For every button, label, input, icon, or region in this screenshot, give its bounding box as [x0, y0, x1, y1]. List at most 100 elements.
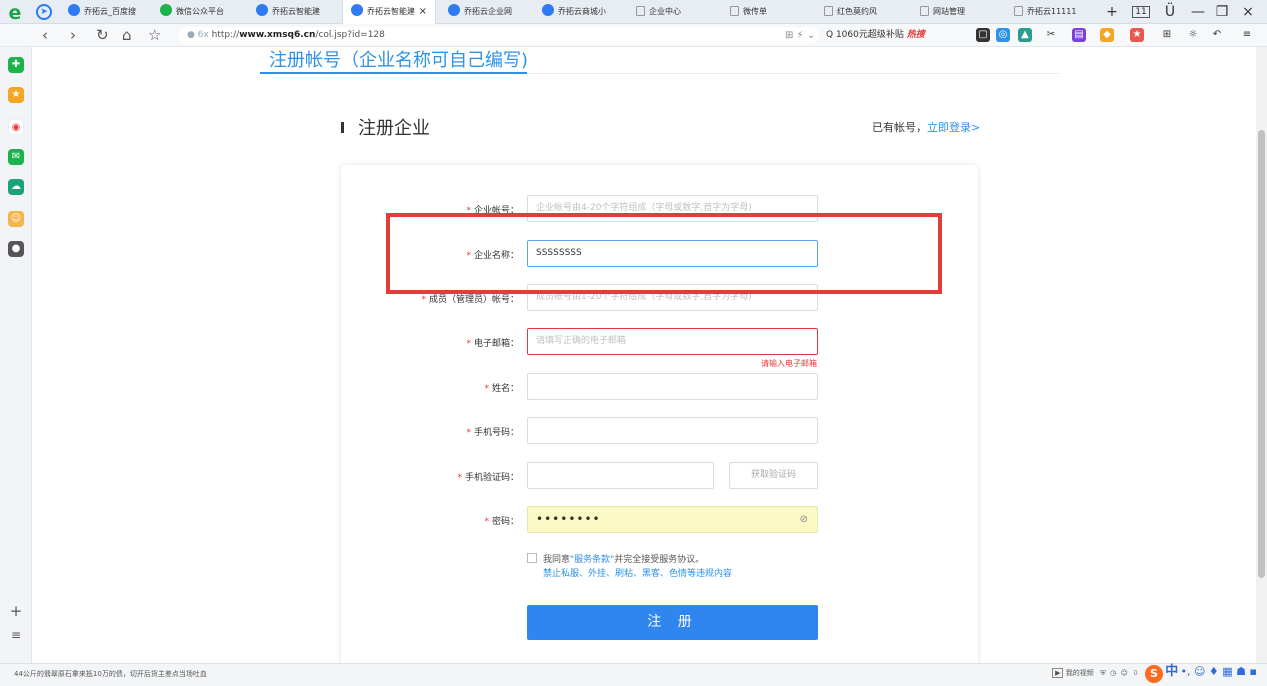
phone-input[interactable]	[527, 417, 818, 444]
sidebar-game-icon[interactable]: ☺	[8, 211, 24, 227]
apps-grid-icon[interactable]: ⊞	[1160, 28, 1174, 42]
agreement: 我同意"服务条款"并完全接受服务协议。 禁止私服、外挂、刷粘、黑客、色情等违规内…	[527, 553, 732, 581]
refresh-icon[interactable]: ↻	[96, 24, 109, 47]
email-error-text: 请输入电子邮箱	[761, 359, 817, 368]
sms-code-input[interactable]	[527, 462, 714, 489]
name-label: * 姓名：	[484, 384, 519, 394]
panda-icon[interactable]: ●	[8, 241, 24, 257]
phone-label: * 手机号码：	[466, 428, 519, 438]
sidebar-app-icon[interactable]: ✚	[8, 57, 24, 73]
password-input[interactable]: •••••••• ⊘	[527, 506, 818, 533]
register-button[interactable]: 注 册	[527, 605, 818, 640]
section-marker	[341, 122, 344, 133]
page-content: 注册帐号（企业名称可自己编写) 注册企业 已有帐号，立即登录> * 企业帐号： 企…	[33, 47, 1255, 663]
brightness-icon[interactable]: ☼	[1186, 28, 1200, 42]
hide-password-icon[interactable]: ⊘	[800, 507, 809, 532]
header-title: 注册帐号（企业名称可自己编写)	[269, 50, 529, 71]
home-icon[interactable]: ⌂	[122, 24, 132, 47]
address-tools-icon[interactable]: ⊞ ⚡ ⌄	[785, 24, 815, 47]
search-icon	[68, 4, 80, 16]
tab-6[interactable]: 企业中心	[628, 0, 720, 24]
toolbar-translate-icon[interactable]: ▤	[1072, 28, 1086, 42]
tab-9[interactable]: 网站管理	[912, 0, 1004, 24]
tab-2[interactable]: 乔拓云智能建	[248, 0, 338, 24]
sidebar-favorites-icon[interactable]: ★	[8, 87, 24, 103]
weibo-icon[interactable]: ◉	[8, 119, 24, 135]
search-box[interactable]: Q 1060元超级补贴 热搜	[826, 27, 966, 44]
tab-7[interactable]: 微传单	[722, 0, 814, 24]
browser-logo-icon: e	[8, 2, 22, 24]
get-code-button[interactable]: 获取验证码	[729, 462, 818, 489]
terms-link[interactable]: "服务条款"	[570, 555, 614, 565]
qiaotuoyun-icon	[351, 4, 363, 16]
toolbar-chat-icon[interactable]: ◎	[996, 28, 1010, 42]
toolbar-screen-icon[interactable]: ▢	[976, 28, 990, 42]
undo-icon[interactable]: ↶	[1210, 28, 1224, 42]
tab-10[interactable]: 乔拓云11111	[1006, 0, 1098, 24]
toolbar-shield-icon[interactable]: ◆	[1100, 28, 1114, 42]
mail-icon[interactable]: ✉	[8, 149, 24, 165]
tab-1[interactable]: 微信公众平台	[152, 0, 242, 24]
menu-icon[interactable]: ≡	[1240, 28, 1254, 42]
sidebar-add-icon[interactable]: +	[8, 603, 24, 619]
security-icon: ● 6x	[187, 30, 212, 40]
status-tray: ▶ 我的视频 ⛨ ◷ ☺ ⇩ S 中 •, ☺ ♦ ▦ ☗ ▪	[1052, 664, 1257, 683]
clock-icon[interactable]: ◷	[1110, 669, 1116, 677]
sms-code-label: * 手机验证码：	[457, 473, 519, 483]
play-icon[interactable]: ▶	[1052, 668, 1064, 678]
agree-checkbox[interactable]	[527, 553, 537, 563]
scrollbar[interactable]	[1256, 47, 1267, 663]
page-icon	[730, 6, 739, 16]
shield-icon[interactable]: ⛨	[1100, 669, 1105, 677]
section-title: 注册企业	[358, 118, 430, 139]
password-label: * 密码：	[484, 517, 519, 527]
news-ticker[interactable]: 44公斤的翡翠原石拿来抵10万的债，切开后货主差点当场吐血	[14, 666, 207, 682]
toolbar-app-icon[interactable]: ▲	[1018, 28, 1032, 42]
tab-count-button[interactable]: 11	[1130, 0, 1152, 24]
sidebar-cloud-icon[interactable]: ☁	[8, 179, 24, 195]
maximize-icon[interactable]: ❐	[1212, 0, 1232, 24]
sidebar-menu-icon[interactable]: ≡	[8, 627, 24, 643]
header-underline	[260, 72, 527, 74]
page-icon	[824, 6, 833, 16]
email-input[interactable]: 请填写正确的电子邮箱	[527, 328, 818, 355]
tab-3-active[interactable]: 乔拓云智能建 ×	[342, 0, 436, 24]
tab-8[interactable]: 红色莫约风	[816, 0, 908, 24]
have-account-line: 已有帐号，立即登录>	[872, 121, 981, 134]
login-link[interactable]: 立即登录>	[927, 121, 980, 134]
browser-tab-bar: e ➤ 乔拓云_百度搜 微信公众平台 乔拓云智能建 乔拓云智能建 × 乔拓云企业网…	[0, 0, 1267, 24]
page-icon	[920, 6, 929, 16]
forward-icon[interactable]: ›	[70, 24, 76, 47]
scissors-icon[interactable]: ✂	[1044, 28, 1058, 42]
address-bar-row: ‹ › ↻ ⌂ ☆ ● 6x http://www.xmsq6.cn/col.j…	[0, 24, 1267, 47]
scrollbar-thumb[interactable]	[1258, 130, 1265, 578]
emoji-icon[interactable]: ☺	[1121, 669, 1128, 677]
navigation-icon[interactable]: ➤	[36, 4, 52, 20]
status-bar: 44公斤的翡翠原石拿来抵10万的债，切开后货主差点当场吐血 ▶ 我的视频 ⛨ ◷…	[0, 663, 1267, 686]
highlight-annotation-box	[386, 213, 942, 294]
favorite-star-icon[interactable]: ☆	[148, 24, 161, 47]
new-tab-icon[interactable]: +	[1102, 0, 1122, 24]
tab-4[interactable]: 乔拓云企业网	[440, 0, 532, 24]
url-input[interactable]: ● 6x http://www.xmsq6.cn/col.jsp?id=128	[179, 27, 819, 44]
agreement-note: 禁止私服、外挂、刷粘、黑客、色情等违规内容	[543, 569, 733, 579]
ime-tray-icons[interactable]: •, ☺ ♦ ▦ ☗ ▪	[1180, 665, 1257, 678]
ime-chinese-icon[interactable]: 中	[1165, 664, 1178, 679]
restore-tabs-icon[interactable]: Ü	[1160, 0, 1180, 24]
close-tab-icon[interactable]: ×	[419, 0, 427, 24]
qiaotuoyun-icon	[448, 4, 460, 16]
browser-sidebar: ✚ ★ ◉ ✉ ☁ ☺ ● + ≡	[0, 47, 32, 663]
email-label: * 电子邮箱：	[466, 339, 519, 349]
sogou-ime-icon[interactable]: S	[1145, 665, 1163, 683]
page-icon	[1014, 6, 1023, 16]
tab-0[interactable]: 乔拓云_百度搜	[60, 0, 146, 24]
page-icon	[636, 6, 645, 16]
tab-5[interactable]: 乔拓云商城小	[534, 0, 626, 24]
name-input[interactable]	[527, 373, 818, 400]
toolbar-game-icon[interactable]: ★	[1130, 28, 1144, 42]
back-icon[interactable]: ‹	[42, 24, 48, 47]
download-icon[interactable]: ⇩	[1132, 669, 1138, 677]
close-window-icon[interactable]: ×	[1238, 0, 1258, 24]
minimize-icon[interactable]: —	[1188, 0, 1208, 24]
qiaotuoyun-icon	[256, 4, 268, 16]
